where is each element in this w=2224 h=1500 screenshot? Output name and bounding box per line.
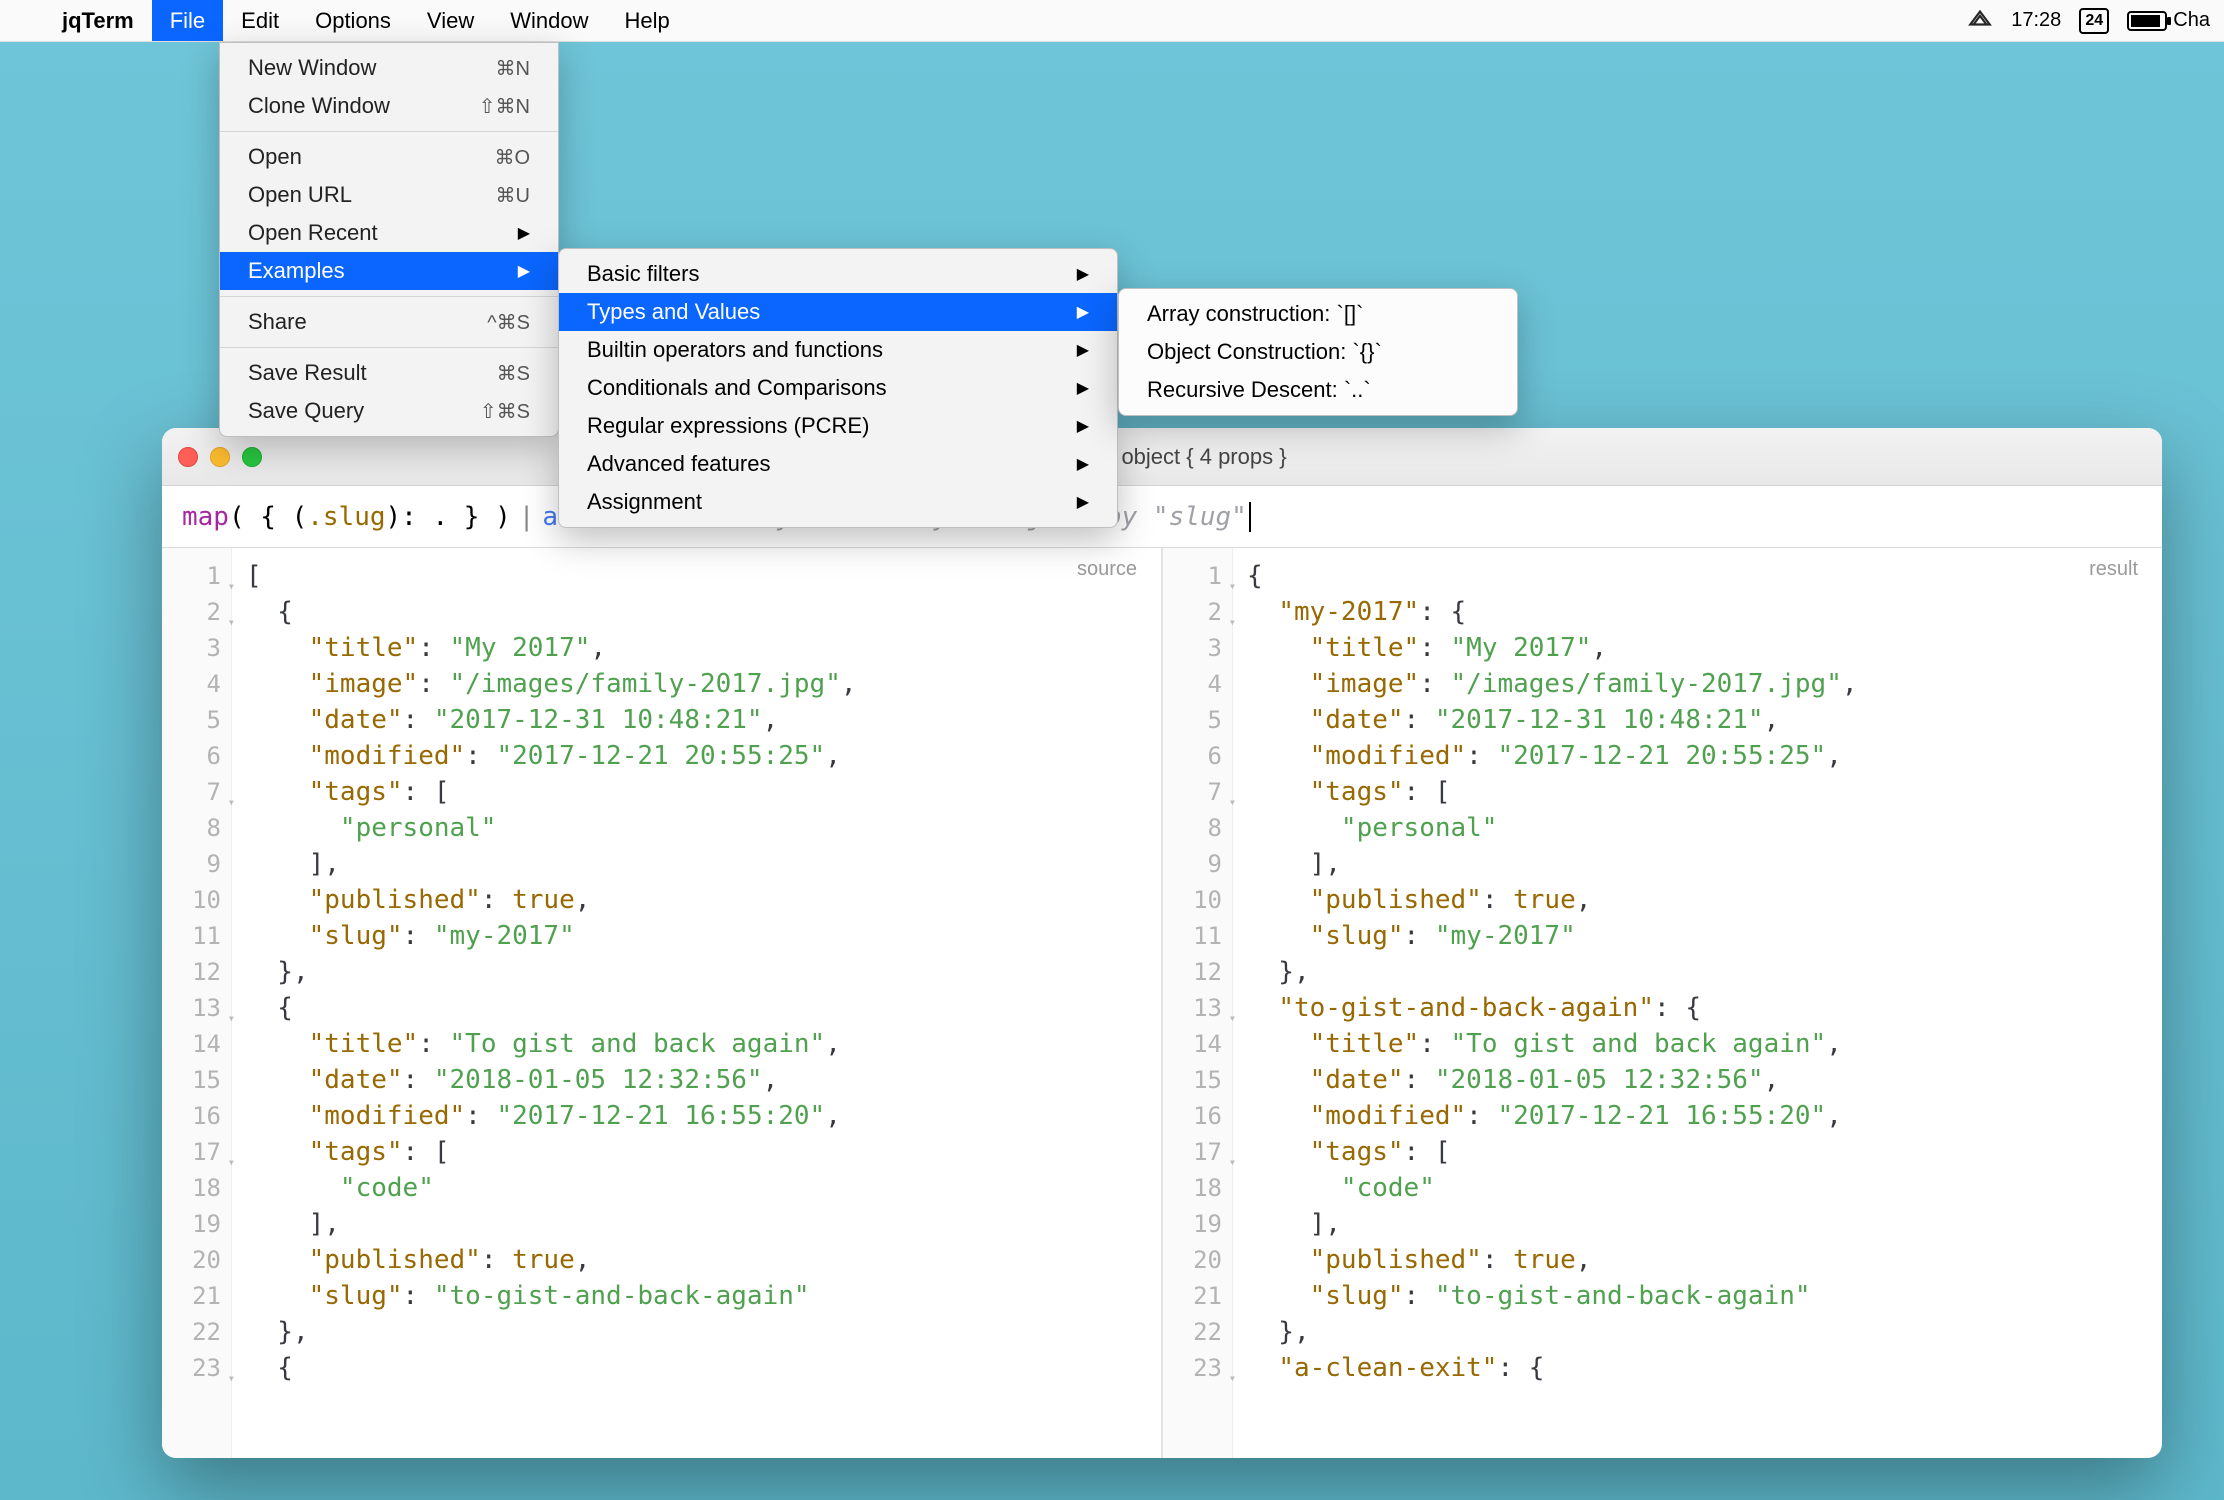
close-button[interactable] [178,447,198,467]
file-menu-item[interactable]: Save Result⌘S [220,354,558,392]
source-gutter: 1234567891011121314151617181920212223 [162,548,232,1458]
menu-window[interactable]: Window [492,0,606,41]
file-menu-item[interactable]: Open URL⌘U [220,176,558,214]
examples-menu-item[interactable]: Builtin operators and functions▶ [559,331,1117,369]
examples-menu-item[interactable]: Conditionals and Comparisons▶ [559,369,1117,407]
query-token: .slug [307,502,385,532]
types-menu-item[interactable]: Object Construction: `{}` [1119,333,1517,371]
jqterm-window: object { 4 props } map( { (.slug): . } )… [162,428,2162,1458]
battery-status[interactable]: Cha [2127,9,2210,32]
menu-view[interactable]: View [409,0,492,41]
examples-menu-item[interactable]: Basic filters▶ [559,255,1117,293]
editor-panels: 1234567891011121314151617181920212223 [ … [162,548,2162,1458]
battery-icon [2127,11,2167,31]
query-token: ( { ( [229,502,307,532]
menubar-clock[interactable]: 17:28 [2011,9,2061,32]
types-menu-item[interactable]: Recursive Descent: `..` [1119,371,1517,409]
query-token: map [182,502,229,532]
query-token: | [511,502,543,532]
examples-menu-item[interactable]: Regular expressions (PCRE)▶ [559,407,1117,445]
examples-submenu: Basic filters▶Types and Values▶Builtin o… [558,248,1118,528]
file-menu-item[interactable]: Open⌘O [220,138,558,176]
zoom-button[interactable] [242,447,262,467]
file-menu-item[interactable]: Clone Window⇧⌘N [220,87,558,125]
jq-query-input[interactable]: map( { (.slug): . } ) | add # turn array… [162,486,2162,548]
result-label: result [2089,558,2138,581]
text-cursor [1249,502,1251,532]
source-label: source [1077,558,1137,581]
file-menu-item[interactable]: Open Recent▶ [220,214,558,252]
window-title: object { 4 props } [262,444,2146,470]
file-dropdown: New Window⌘NClone Window⇧⌘N Open⌘OOpen UR… [219,42,559,437]
result-gutter: 1234567891011121314151617181920212223 [1163,548,1233,1458]
menu-help[interactable]: Help [606,0,687,41]
source-code[interactable]: [ { "title": "My 2017", "image": "/image… [232,548,1161,1458]
macos-menubar: jqTerm File Edit Options View Window Hel… [0,0,2224,42]
battery-text: Cha [2173,9,2210,32]
traffic-lights [178,447,262,467]
examples-menu-item[interactable]: Types and Values▶ [559,293,1117,331]
result-panel: 1234567891011121314151617181920212223 { … [1163,548,2162,1458]
query-token: ): . } ) [386,502,511,532]
result-code[interactable]: { "my-2017": { "title": "My 2017", "imag… [1233,548,2162,1458]
menu-edit[interactable]: Edit [223,0,297,41]
app-name-menu[interactable]: jqTerm [44,0,152,41]
file-menu-item[interactable]: Save Query⇧⌘S [220,392,558,430]
calendar-icon[interactable]: 24 [2079,8,2109,34]
menu-options[interactable]: Options [297,0,409,41]
types-menu-item[interactable]: Array construction: `[]` [1119,295,1517,333]
file-menu-item[interactable]: Share^⌘S [220,303,558,341]
menu-file[interactable]: File [152,0,223,41]
examples-menu-item[interactable]: Assignment▶ [559,483,1117,521]
examples-menu-item[interactable]: Advanced features▶ [559,445,1117,483]
source-panel: 1234567891011121314151617181920212223 [ … [162,548,1163,1458]
types-and-values-submenu: Array construction: `[]`Object Construct… [1118,288,1518,416]
vpn-icon[interactable] [1967,5,1993,37]
file-menu-item[interactable]: Examples▶ [220,252,558,290]
minimize-button[interactable] [210,447,230,467]
file-menu-item[interactable]: New Window⌘N [220,49,558,87]
